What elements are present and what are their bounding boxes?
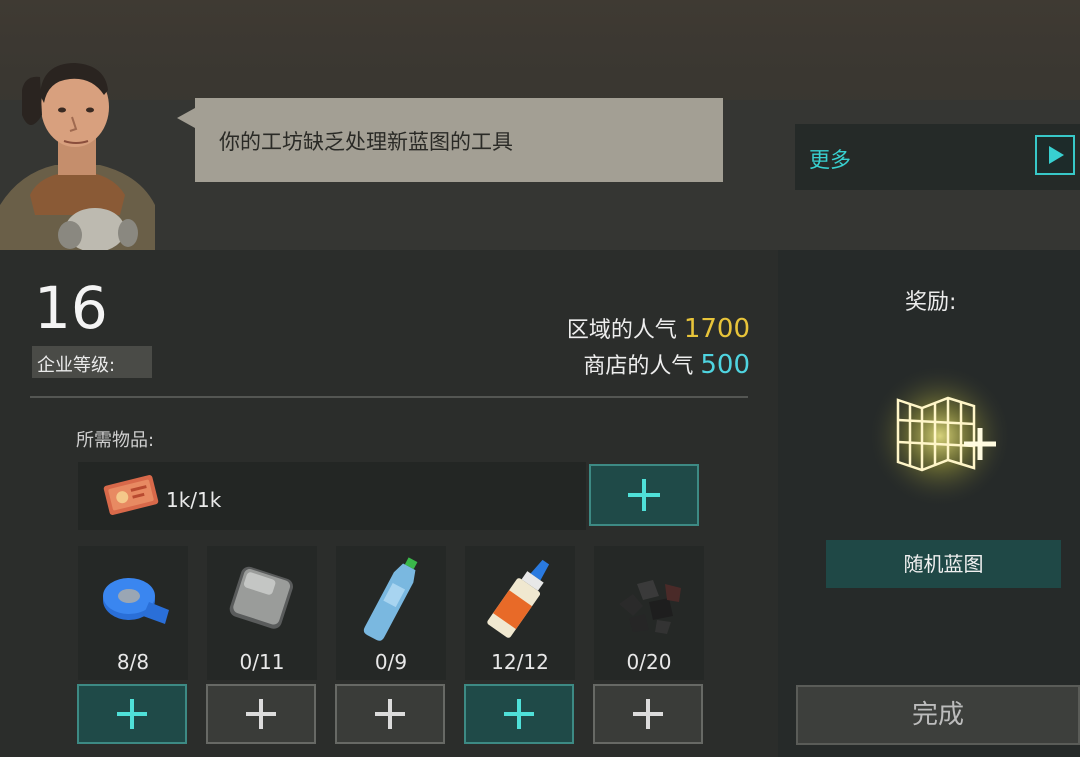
- character-avatar: [0, 55, 155, 252]
- item-count: 8/8: [116, 650, 150, 674]
- shop-popularity-value: 500: [700, 350, 750, 380]
- item-slot-plastic-bottle[interactable]: 0/9: [336, 546, 446, 680]
- item-count: 0/9: [374, 650, 408, 674]
- company-level-value: 16: [34, 274, 108, 342]
- company-level-label: 企业等级:: [32, 346, 152, 378]
- plus-icon: [504, 699, 534, 729]
- speech-bubble: 你的工坊缺乏处理新蓝图的工具: [195, 98, 723, 182]
- add-coal-button[interactable]: [593, 684, 703, 744]
- plus-icon: [628, 479, 660, 511]
- glue-tube-icon: [487, 559, 550, 638]
- required-items-label: 所需物品:: [76, 430, 155, 451]
- reward-title: 奖励:: [905, 290, 957, 315]
- plus-icon: [117, 699, 147, 729]
- item-slot-coal[interactable]: 0/20: [594, 546, 704, 680]
- play-icon: [1049, 146, 1064, 164]
- district-popularity-label: 区域的人气: [566, 318, 677, 343]
- add-glue-button[interactable]: [464, 684, 574, 744]
- dialog-message: 你的工坊缺乏处理新蓝图的工具: [219, 130, 513, 154]
- duct-tape-icon: [103, 578, 169, 624]
- shop-popularity-row: 商店的人气 500: [583, 348, 750, 380]
- speech-bubble-tail: [177, 108, 195, 128]
- item-count: 0/11: [239, 650, 285, 674]
- district-popularity-value: 1700: [683, 314, 750, 344]
- play-button[interactable]: [1035, 135, 1075, 175]
- done-button[interactable]: 完成: [796, 685, 1080, 745]
- blueprint-map-icon: [868, 364, 1012, 508]
- currency-amount: 1k/1k: [166, 488, 222, 512]
- plus-icon: [375, 699, 405, 729]
- metal-plate-icon: [229, 566, 293, 629]
- item-count: 12/12: [491, 650, 549, 674]
- coal-icon: [619, 580, 681, 634]
- coupon-icon: [103, 475, 159, 515]
- item-slot-metal-plate[interactable]: 0/11: [207, 546, 317, 680]
- plastic-bottle-icon: [363, 557, 418, 641]
- plus-icon: [246, 699, 276, 729]
- add-plastic-bottle-button[interactable]: [335, 684, 445, 744]
- district-popularity-row: 区域的人气 1700: [567, 312, 750, 344]
- currency-requirement-row: 1k/1k: [78, 462, 586, 530]
- more-label[interactable]: 更多: [809, 144, 851, 174]
- add-metal-plate-button[interactable]: [206, 684, 316, 744]
- item-count: 0/20: [626, 650, 672, 674]
- item-slot-duct-tape[interactable]: 8/8: [78, 546, 188, 680]
- random-blueprint-label[interactable]: 随机蓝图: [826, 540, 1061, 588]
- add-duct-tape-button[interactable]: [77, 684, 187, 744]
- divider: [30, 396, 748, 398]
- shop-popularity-label: 商店的人气: [583, 354, 694, 379]
- plus-icon: [633, 699, 663, 729]
- more-bar[interactable]: 更多: [795, 124, 1080, 190]
- add-currency-button[interactable]: [589, 464, 699, 526]
- item-slot-glue[interactable]: 12/12: [465, 546, 575, 680]
